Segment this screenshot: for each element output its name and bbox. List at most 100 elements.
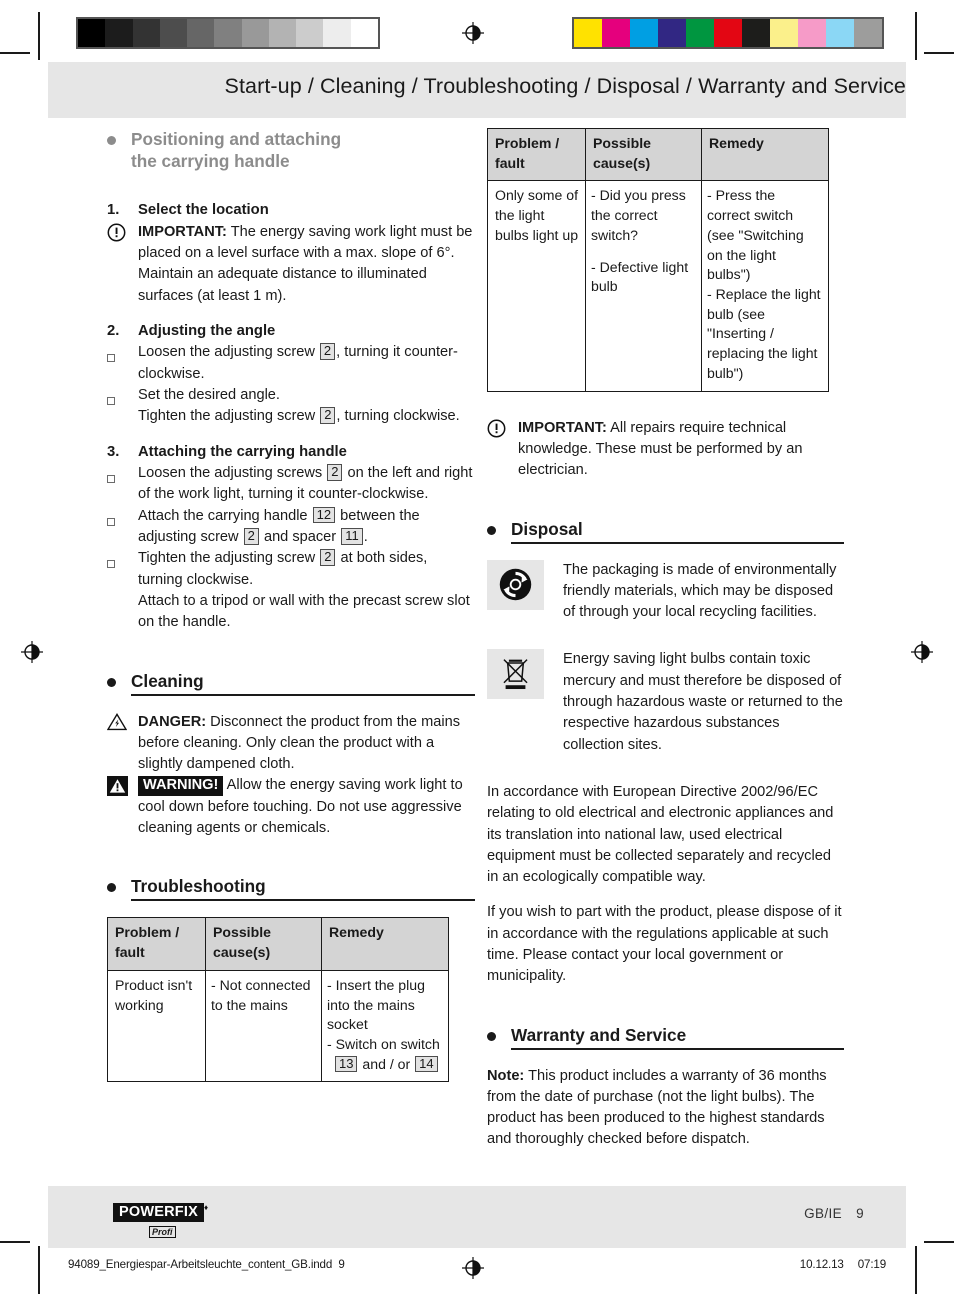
color-swatch — [658, 19, 686, 47]
grayscale-calibration-bar — [76, 17, 380, 49]
heading-line-2: the carrying handle — [131, 151, 290, 172]
warning-label: WARNING! — [138, 776, 224, 796]
item-text-before: Tighten the adjusting screw — [138, 408, 316, 425]
checkbox-square-icon — [107, 385, 138, 428]
part-reference: 2 — [319, 343, 336, 360]
step-2-item-1: Loosen the adjusting screw 2, turning it… — [107, 342, 475, 385]
step-1-heading: 1. Select the location — [107, 200, 475, 222]
step-3-item-1: Loosen the adjusting screws 2 on the lef… — [107, 463, 475, 506]
crop-mark-top-left — [38, 12, 40, 60]
imprint-time: 07:19 — [857, 1258, 886, 1271]
grayscale-swatch — [132, 19, 160, 47]
bullet-dot-icon — [107, 136, 116, 145]
section-heading-cleaning: Cleaning — [107, 670, 475, 696]
disposal-directive-paragraph: In accordance with European Directive 20… — [487, 783, 834, 886]
grayscale-swatch — [241, 19, 269, 47]
section-heading-disposal: Disposal — [487, 518, 844, 544]
grayscale-swatch — [296, 19, 324, 47]
important-exclamation-icon — [487, 418, 518, 482]
green-dot-recycling-icon — [487, 559, 544, 610]
color-swatch — [602, 19, 630, 47]
troubleshooting-heading-text: Troubleshooting — [131, 875, 475, 902]
disposal-heading-text: Disposal — [511, 518, 844, 544]
grayscale-swatch — [105, 19, 133, 47]
step-3-item-2: Attach the carrying handle 12 between th… — [107, 506, 475, 549]
page-folio: GB/IE 9 — [804, 1206, 864, 1221]
imprint-page-number: 9 — [338, 1258, 345, 1271]
imprint-timestamp: 10.12.13 07:19 — [800, 1258, 886, 1271]
table-row: Only some of the light bulbs light up - … — [487, 180, 829, 392]
table-header-remedy: Remedy — [321, 917, 449, 971]
crop-mark-left-lower — [0, 1241, 30, 1243]
danger-electric-triangle-icon — [107, 712, 138, 776]
warning-triangle-icon — [107, 775, 138, 839]
color-swatch — [770, 19, 798, 47]
page-number: 9 — [856, 1206, 864, 1221]
section-heading-positioning: Positioning and attaching the carrying h… — [107, 128, 475, 172]
bullet-dot-icon — [107, 677, 116, 687]
grayscale-swatch — [214, 19, 242, 47]
warranty-heading-text: Warranty and Service — [511, 1024, 844, 1050]
color-swatch — [826, 19, 854, 47]
note-text: This product includes a warranty of 36 m… — [487, 1067, 827, 1148]
part-reference: 2 — [320, 549, 336, 566]
registration-target-top — [462, 22, 484, 44]
grayscale-swatch — [159, 19, 188, 47]
color-swatch — [714, 19, 742, 47]
item-text-mid-2: and spacer — [263, 529, 337, 546]
item-text-before: Loosen the adjusting screw — [138, 344, 315, 361]
cell-cause: - Not connected to the mains — [205, 969, 322, 1083]
locale-code: GB/IE — [804, 1206, 843, 1221]
table-header-problem: Problem / fault — [487, 127, 586, 182]
checkbox-square-icon — [107, 548, 138, 633]
step-3-heading: 3. Attaching the carrying handle — [107, 442, 475, 464]
item-text-before: Loosen the adjusting screws — [138, 465, 323, 482]
powerfix-logo: POWERFIX ♦ Profi — [113, 1203, 208, 1240]
cell-problem: Only some of the light bulbs light up — [487, 180, 586, 392]
part-reference: 14 — [415, 1055, 438, 1073]
cell-remedy: - Press the correct switch (see "Switchi… — [701, 180, 829, 392]
cleaning-heading-text: Cleaning — [131, 670, 475, 696]
crossed-out-wheelie-bin-icon — [487, 649, 544, 700]
disposal-bulbs-text: Energy saving light bulbs contain toxic … — [563, 651, 843, 753]
part-reference: 11 — [341, 528, 363, 545]
remedy-switch-mid: and / or — [362, 1055, 411, 1072]
danger-label: DANGER: — [138, 713, 207, 730]
item-text-after: , turning clockwise. — [336, 408, 460, 425]
troubleshooting-table-left: Problem / fault Possible cause(s) Remedy… — [107, 917, 449, 1083]
remedy-switch-prefix: - Switch on switch — [327, 1035, 440, 1052]
crop-mark-top-right — [915, 12, 917, 60]
item-line-1: Set the desired angle. — [138, 387, 280, 403]
step-1-number: 1. — [107, 202, 120, 219]
cell-cause: - Did you press the correct switch? - De… — [585, 180, 702, 392]
logo-wordmark: POWERFIX — [113, 1203, 204, 1223]
part-reference: 13 — [335, 1055, 358, 1073]
section-heading-troubleshooting: Troubleshooting — [107, 875, 475, 902]
page-title: Start-up / Cleaning / Troubleshooting / … — [224, 74, 906, 98]
cell-problem: Product isn't working — [107, 969, 206, 1083]
crop-mark-bottom-right — [915, 1246, 917, 1294]
step-2-item-2: Set the desired angle. Tighten the adjus… — [107, 385, 475, 428]
important-label: IMPORTANT: — [518, 419, 607, 436]
part-reference: 12 — [312, 506, 336, 524]
registration-target-left — [21, 641, 43, 663]
left-column: Positioning and attaching the carrying h… — [107, 128, 475, 1083]
color-swatch — [798, 19, 826, 47]
part-reference: 2 — [327, 464, 343, 481]
important-repairs-note: IMPORTANT: All repairs require technical… — [487, 418, 844, 482]
warranty-note: Note: This product includes a warranty o… — [487, 1066, 844, 1151]
important-exclamation-icon — [107, 222, 138, 307]
trademark-icon: ♦ — [203, 1203, 209, 1212]
table-header-problem: Problem / fault — [107, 917, 206, 971]
grayscale-swatch — [268, 19, 297, 47]
registration-target-right — [911, 641, 933, 663]
crop-mark-right-lower — [924, 1241, 954, 1243]
bullet-dot-icon — [487, 525, 496, 535]
important-label: IMPORTANT: — [138, 223, 227, 240]
imprint-date: 10.12.13 — [799, 1258, 844, 1271]
part-reference: 2 — [320, 407, 336, 424]
disposal-packaging-text: The packaging is made of environmentally… — [563, 561, 837, 621]
checkbox-square-icon — [107, 506, 138, 549]
table-header-remedy: Remedy — [701, 127, 829, 182]
item-extra-line: Attach to a tripod or wall with the prec… — [138, 592, 470, 631]
